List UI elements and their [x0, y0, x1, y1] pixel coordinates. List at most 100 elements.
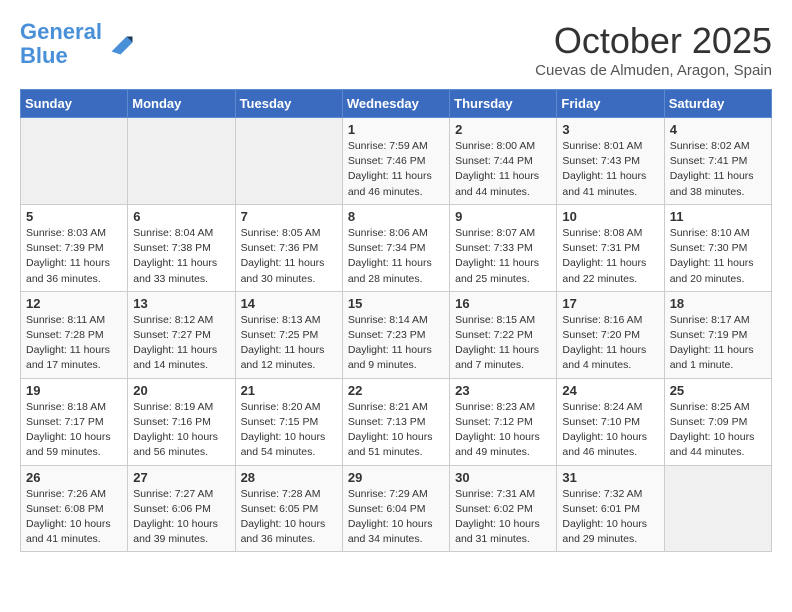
calendar-week-row: 1 Sunrise: 7:59 AMSunset: 7:46 PMDaylight… — [21, 118, 772, 205]
weekday-header-cell: Wednesday — [342, 90, 449, 118]
day-number: 5 — [26, 209, 122, 224]
day-number: 21 — [241, 383, 337, 398]
day-info: Sunrise: 7:31 AMSunset: 6:02 PMDaylight:… — [455, 487, 551, 548]
calendar-day-cell — [235, 118, 342, 205]
calendar-day-cell: 18 Sunrise: 8:17 AMSunset: 7:19 PMDayligh… — [664, 291, 771, 378]
weekday-header-row: SundayMondayTuesdayWednesdayThursdayFrid… — [21, 90, 772, 118]
day-info: Sunrise: 7:26 AMSunset: 6:08 PMDaylight:… — [26, 487, 122, 548]
day-number: 2 — [455, 122, 551, 137]
calendar-week-row: 19 Sunrise: 8:18 AMSunset: 7:17 PMDayligh… — [21, 378, 772, 465]
day-number: 12 — [26, 296, 122, 311]
calendar-day-cell — [128, 118, 235, 205]
day-info: Sunrise: 7:29 AMSunset: 6:04 PMDaylight:… — [348, 487, 444, 548]
calendar-day-cell: 15Sunrise: 8:14 AMSunset: 7:23 PMDayligh… — [342, 291, 449, 378]
logo-icon — [104, 29, 134, 59]
day-info: Sunrise: 8:01 AMSunset: 7:43 PMDaylight:… — [562, 139, 658, 200]
calendar-day-cell: 23 Sunrise: 8:23 AMSunset: 7:12 PMDayligh… — [450, 378, 557, 465]
weekday-header-cell: Friday — [557, 90, 664, 118]
day-number: 9 — [455, 209, 551, 224]
calendar-day-cell — [664, 465, 771, 552]
calendar-day-cell: 16Sunrise: 8:15 AMSunset: 7:22 PMDayligh… — [450, 291, 557, 378]
calendar-week-row: 26Sunrise: 7:26 AMSunset: 6:08 PMDayligh… — [21, 465, 772, 552]
day-info: Sunrise: 8:05 AMSunset: 7:36 PMDaylight:… — [241, 226, 337, 287]
day-info: Sunrise: 7:59 AMSunset: 7:46 PMDaylight:… — [348, 139, 444, 200]
day-info: Sunrise: 8:25 AMSunset: 7:09 PMDaylight:… — [670, 400, 766, 461]
calendar-day-cell: 10Sunrise: 8:08 AMSunset: 7:31 PMDayligh… — [557, 204, 664, 291]
day-number: 14 — [241, 296, 337, 311]
weekday-header-cell: Monday — [128, 90, 235, 118]
day-number: 7 — [241, 209, 337, 224]
day-number: 28 — [241, 470, 337, 485]
day-info: Sunrise: 8:04 AMSunset: 7:38 PMDaylight:… — [133, 226, 229, 287]
location-subtitle: Cuevas de Almuden, Aragon, Spain — [535, 62, 772, 79]
day-info: Sunrise: 8:16 AMSunset: 7:20 PMDaylight:… — [562, 313, 658, 374]
day-info: Sunrise: 7:32 AMSunset: 6:01 PMDaylight:… — [562, 487, 658, 548]
day-info: Sunrise: 8:13 AMSunset: 7:25 PMDaylight:… — [241, 313, 337, 374]
day-number: 23 — [455, 383, 551, 398]
calendar-day-cell: 28 Sunrise: 7:28 AMSunset: 6:05 PMDayligh… — [235, 465, 342, 552]
day-number: 3 — [562, 122, 658, 137]
day-number: 15 — [348, 296, 444, 311]
calendar-day-cell: 22Sunrise: 8:21 AMSunset: 7:13 PMDayligh… — [342, 378, 449, 465]
calendar-day-cell: 25Sunrise: 8:25 AMSunset: 7:09 PMDayligh… — [664, 378, 771, 465]
calendar-day-cell: 20 Sunrise: 8:19 AMSunset: 7:16 PMDayligh… — [128, 378, 235, 465]
calendar-day-cell: 5Sunrise: 8:03 AMSunset: 7:39 PMDaylight… — [21, 204, 128, 291]
calendar-day-cell: 19 Sunrise: 8:18 AMSunset: 7:17 PMDayligh… — [21, 378, 128, 465]
title-block: October 2025 Cuevas de Almuden, Aragon, … — [535, 20, 772, 79]
weekday-header-cell: Sunday — [21, 90, 128, 118]
day-info: Sunrise: 8:21 AMSunset: 7:13 PMDaylight:… — [348, 400, 444, 461]
logo-text: GeneralBlue — [20, 20, 102, 68]
calendar-day-cell: 11 Sunrise: 8:10 AMSunset: 7:30 PMDayligh… — [664, 204, 771, 291]
day-info: Sunrise: 8:18 AMSunset: 7:17 PMDaylight:… — [26, 400, 122, 461]
day-info: Sunrise: 8:20 AMSunset: 7:15 PMDaylight:… — [241, 400, 337, 461]
calendar-day-cell: 13 Sunrise: 8:12 AMSunset: 7:27 PMDayligh… — [128, 291, 235, 378]
day-number: 11 — [670, 209, 766, 224]
day-info: Sunrise: 8:12 AMSunset: 7:27 PMDaylight:… — [133, 313, 229, 374]
calendar-day-cell: 26Sunrise: 7:26 AMSunset: 6:08 PMDayligh… — [21, 465, 128, 552]
weekday-header-cell: Saturday — [664, 90, 771, 118]
calendar-day-cell: 30 Sunrise: 7:31 AMSunset: 6:02 PMDayligh… — [450, 465, 557, 552]
calendar-day-cell: 31 Sunrise: 7:32 AMSunset: 6:01 PMDayligh… — [557, 465, 664, 552]
calendar-day-cell: 2 Sunrise: 8:00 AMSunset: 7:44 PMDaylight… — [450, 118, 557, 205]
day-number: 17 — [562, 296, 658, 311]
calendar-day-cell: 1 Sunrise: 7:59 AMSunset: 7:46 PMDaylight… — [342, 118, 449, 205]
calendar-day-cell: 9 Sunrise: 8:07 AMSunset: 7:33 PMDaylight… — [450, 204, 557, 291]
day-number: 10 — [562, 209, 658, 224]
day-info: Sunrise: 8:10 AMSunset: 7:30 PMDaylight:… — [670, 226, 766, 287]
day-info: Sunrise: 8:02 AMSunset: 7:41 PMDaylight:… — [670, 139, 766, 200]
day-number: 4 — [670, 122, 766, 137]
day-number: 1 — [348, 122, 444, 137]
calendar-day-cell: 7 Sunrise: 8:05 AMSunset: 7:36 PMDaylight… — [235, 204, 342, 291]
day-info: Sunrise: 8:23 AMSunset: 7:12 PMDaylight:… — [455, 400, 551, 461]
logo: GeneralBlue — [20, 20, 134, 68]
day-info: Sunrise: 8:24 AMSunset: 7:10 PMDaylight:… — [562, 400, 658, 461]
calendar-day-cell: 24 Sunrise: 8:24 AMSunset: 7:10 PMDayligh… — [557, 378, 664, 465]
calendar-day-cell: 21 Sunrise: 8:20 AMSunset: 7:15 PMDayligh… — [235, 378, 342, 465]
day-info: Sunrise: 8:19 AMSunset: 7:16 PMDaylight:… — [133, 400, 229, 461]
day-info: Sunrise: 8:17 AMSunset: 7:19 PMDaylight:… — [670, 313, 766, 374]
day-number: 20 — [133, 383, 229, 398]
day-number: 29 — [348, 470, 444, 485]
day-number: 30 — [455, 470, 551, 485]
calendar-day-cell: 29 Sunrise: 7:29 AMSunset: 6:04 PMDayligh… — [342, 465, 449, 552]
calendar-day-cell: 12 Sunrise: 8:11 AMSunset: 7:28 PMDayligh… — [21, 291, 128, 378]
calendar-day-cell: 3 Sunrise: 8:01 AMSunset: 7:43 PMDaylight… — [557, 118, 664, 205]
day-number: 31 — [562, 470, 658, 485]
day-number: 27 — [133, 470, 229, 485]
month-title: October 2025 — [535, 20, 772, 62]
calendar-day-cell: 27Sunrise: 7:27 AMSunset: 6:06 PMDayligh… — [128, 465, 235, 552]
day-number: 24 — [562, 383, 658, 398]
day-number: 19 — [26, 383, 122, 398]
weekday-header-cell: Tuesday — [235, 90, 342, 118]
calendar-week-row: 12 Sunrise: 8:11 AMSunset: 7:28 PMDayligh… — [21, 291, 772, 378]
day-number: 16 — [455, 296, 551, 311]
calendar-day-cell — [21, 118, 128, 205]
weekday-header-cell: Thursday — [450, 90, 557, 118]
day-number: 13 — [133, 296, 229, 311]
day-info: Sunrise: 8:00 AMSunset: 7:44 PMDaylight:… — [455, 139, 551, 200]
day-info: Sunrise: 7:28 AMSunset: 6:05 PMDaylight:… — [241, 487, 337, 548]
day-info: Sunrise: 8:07 AMSunset: 7:33 PMDaylight:… — [455, 226, 551, 287]
day-info: Sunrise: 8:11 AMSunset: 7:28 PMDaylight:… — [26, 313, 122, 374]
day-number: 18 — [670, 296, 766, 311]
day-number: 6 — [133, 209, 229, 224]
